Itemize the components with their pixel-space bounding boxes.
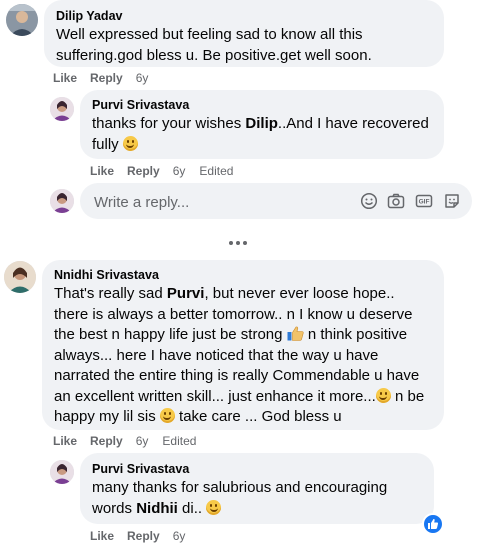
reply-bubble-purvi: Purvi Srivastava thanks for your wishes …: [80, 90, 444, 159]
thumbs-up-emoji-icon: [287, 326, 304, 341]
more-options-icon[interactable]: [226, 237, 250, 249]
gif-icon[interactable]: GIF: [415, 192, 433, 210]
mention-link[interactable]: Nidhii: [136, 500, 178, 517]
comment-text: thanks for your wishes Dilip..And I have…: [92, 115, 429, 153]
reply-button[interactable]: Reply: [90, 71, 123, 85]
camera-icon[interactable]: [387, 192, 405, 210]
reply-composer: GIF: [80, 183, 472, 221]
comment-actions: Like Reply 6y: [53, 70, 162, 86]
reply-bubble-purvi: Purvi Srivastava many thanks for salubri…: [80, 453, 434, 524]
avatar-purvi[interactable]: [50, 97, 74, 121]
avatar-dilip[interactable]: [6, 4, 38, 36]
comment-author[interactable]: Purvi Srivastava: [92, 97, 432, 113]
smile-emoji-icon: [375, 387, 391, 403]
like-button[interactable]: Like: [90, 529, 114, 543]
sticker-icon[interactable]: [443, 192, 461, 210]
comment-text: That's really sad Purvi, but never ever …: [54, 285, 425, 425]
timestamp[interactable]: 6y: [136, 434, 149, 448]
comment-author[interactable]: Dilip Yadav: [56, 8, 432, 24]
like-button[interactable]: Like: [53, 71, 77, 85]
edited-label[interactable]: Edited: [199, 164, 233, 178]
reply-input[interactable]: [92, 183, 346, 221]
reply-button[interactable]: Reply: [90, 434, 123, 448]
mention-link[interactable]: Dilip: [245, 115, 278, 132]
smile-emoji-icon: [122, 135, 138, 151]
edited-label[interactable]: Edited: [162, 434, 196, 448]
comment-text: many thanks for salubrious and encouragi…: [92, 479, 388, 517]
comment-text: Well expressed but feeling sad to know a…: [56, 26, 372, 64]
comment-actions: Like Reply 6y Edited: [53, 433, 196, 449]
timestamp[interactable]: 6y: [136, 71, 149, 85]
emoji-icon[interactable]: [360, 192, 378, 210]
comment-bubble-dilip: Dilip Yadav Well expressed but feeling s…: [44, 0, 444, 67]
avatar-nnidhi[interactable]: [4, 261, 36, 293]
like-button[interactable]: Like: [90, 164, 114, 178]
comment-bubble-nnidhi: Nnidhi Srivastava That's really sad Purv…: [42, 260, 444, 430]
reply-button[interactable]: Reply: [127, 529, 160, 543]
svg-text:GIF: GIF: [419, 199, 430, 206]
comment-author[interactable]: Purvi Srivastava: [92, 461, 422, 477]
comment-author[interactable]: Nnidhi Srivastava: [54, 267, 432, 283]
smile-emoji-icon: [206, 499, 222, 515]
smile-emoji-icon: [159, 408, 175, 423]
avatar-current-user: [50, 189, 74, 213]
like-button[interactable]: Like: [53, 434, 77, 448]
mention-link[interactable]: Purvi: [167, 285, 205, 302]
comment-actions: Like Reply 6y: [90, 528, 199, 544]
like-reaction-icon[interactable]: [422, 513, 444, 535]
reply-button[interactable]: Reply: [127, 164, 160, 178]
timestamp[interactable]: 6y: [173, 164, 186, 178]
avatar-purvi[interactable]: [50, 460, 74, 484]
comment-actions: Like Reply 6y Edited: [90, 163, 233, 179]
timestamp[interactable]: 6y: [173, 529, 186, 543]
